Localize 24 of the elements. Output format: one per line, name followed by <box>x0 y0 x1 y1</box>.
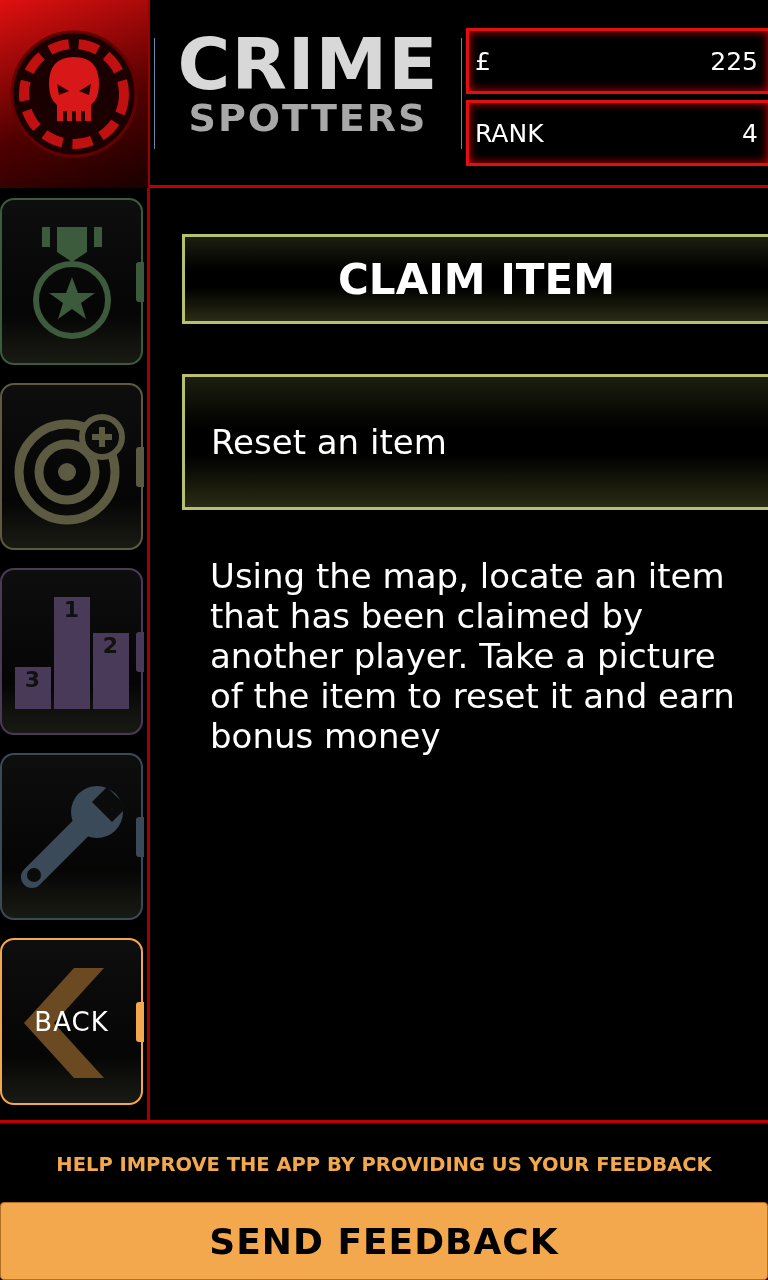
send-feedback-button[interactable]: SEND FEEDBACK <box>0 1202 768 1280</box>
menu-button[interactable]: BACK <box>0 938 143 1105</box>
place-number: 2 <box>102 633 119 660</box>
side-tab <box>136 632 144 672</box>
feedback-prompt: HELP IMPROVE THE APP BY PROVIDING US YOUR FEEDBACK <box>55 1152 713 1178</box>
side-tab <box>136 1002 144 1042</box>
stat-value: 225 <box>710 46 758 76</box>
menu-button[interactable] <box>0 383 143 550</box>
logo-text: SPOTTERS <box>188 97 428 138</box>
side-tab <box>136 817 144 857</box>
stat-value: 4 <box>742 118 758 148</box>
title-banner: CLAIM ITEM <box>182 234 768 324</box>
menu-button[interactable] <box>0 753 143 920</box>
skull-emblem-icon <box>9 29 139 159</box>
side-tab <box>136 262 144 302</box>
side-tab <box>136 447 144 487</box>
menu-button[interactable] <box>0 198 143 365</box>
logo-text: CRIME <box>177 29 439 98</box>
stat-label: RANK <box>475 118 544 148</box>
subtitle-banner: Reset an item <box>182 374 768 510</box>
place-number: 1 <box>63 597 80 624</box>
description-text: Using the map, locate an item that has been claimed by another player. Take a picture of the item to reset it and earn bonus money <box>210 556 736 756</box>
place-number: 3 <box>24 667 41 694</box>
stat-label: £ <box>475 46 491 76</box>
